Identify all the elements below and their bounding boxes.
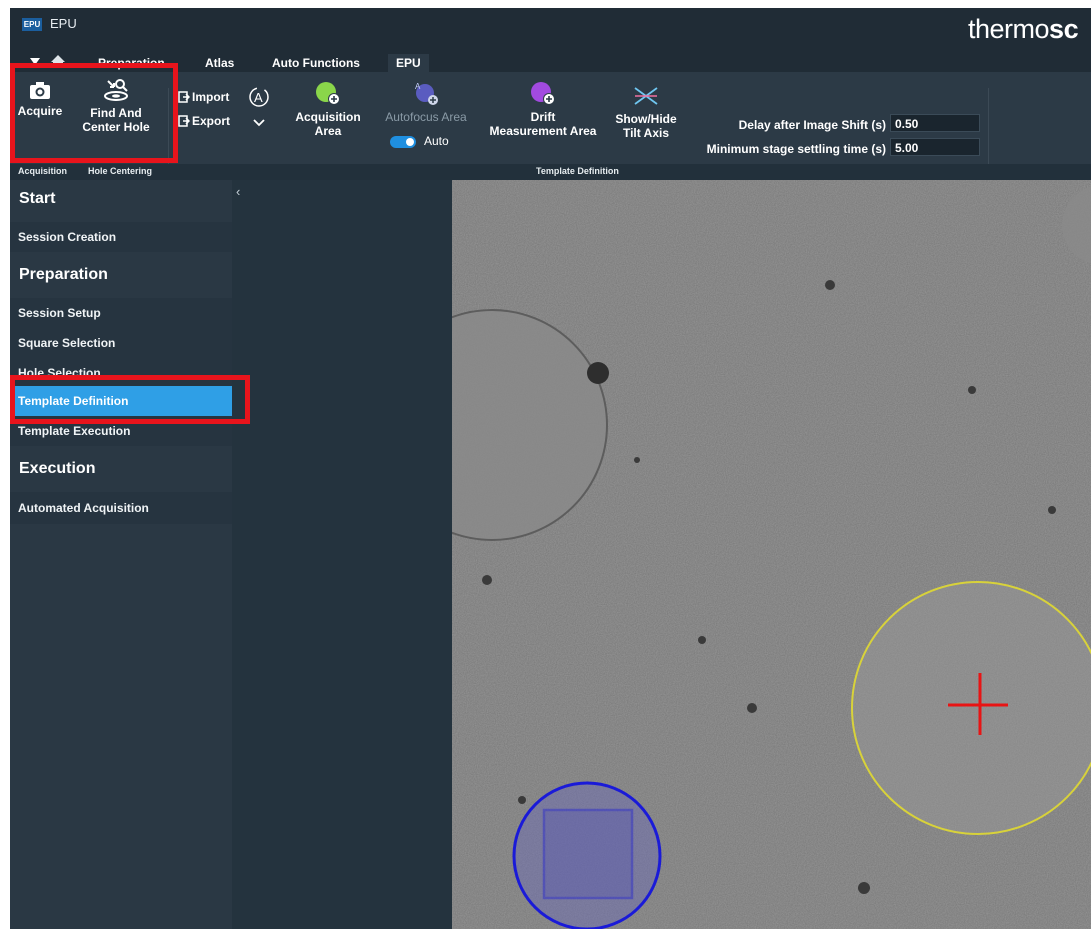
collapse-panel-icon[interactable]: ‹ xyxy=(236,184,240,199)
import-button[interactable]: Import xyxy=(178,90,229,104)
app-logo-badge: EPU xyxy=(22,18,42,31)
add-drift-area-icon xyxy=(531,82,555,105)
auto-functions-menu-icon[interactable]: A xyxy=(248,86,270,128)
section-execution: Execution xyxy=(19,460,96,477)
group-hole-centering: Hole Centering xyxy=(88,166,153,176)
sidebar-item-session-creation[interactable]: Session Creation xyxy=(10,222,232,252)
sidebar-item-session-setup[interactable]: Session Setup xyxy=(10,298,232,328)
micrograph-viewer[interactable] xyxy=(452,180,1091,929)
epu-window: EPU EPU thermosc Preparation Atlas Auto … xyxy=(10,8,1091,929)
micrograph-image xyxy=(452,180,1091,929)
app-title: EPU xyxy=(50,16,77,31)
secondary-panel xyxy=(232,180,452,929)
tab-auto-functions[interactable]: Auto Functions xyxy=(264,54,368,72)
title-bar: EPU EPU thermosc xyxy=(10,8,1091,52)
workflow-sidebar: Start Session Creation Preparation Sessi… xyxy=(10,180,232,929)
show-hide-tilt-axis-button[interactable]: Show/Hide Tilt Axis xyxy=(608,84,684,140)
tab-epu[interactable]: EPU xyxy=(388,54,429,72)
auto-toggle-label: Auto xyxy=(424,134,449,148)
autofocus-area-button[interactable]: A Autofocus Area xyxy=(378,80,474,124)
ribbon-separator xyxy=(988,88,989,176)
export-icon xyxy=(178,115,191,127)
highlight-box-template-definition xyxy=(10,375,250,424)
svg-text:A: A xyxy=(254,90,263,105)
acquisition-area-button[interactable]: Acquisition Area xyxy=(288,80,368,138)
delay-label: Delay after Image Shift (s) xyxy=(738,118,886,132)
group-acquisition: Acquisition xyxy=(18,166,67,176)
settling-input[interactable]: 5.00 xyxy=(890,138,980,156)
ice-contaminant xyxy=(587,362,609,384)
acquisition-frame[interactable] xyxy=(542,808,634,900)
sidebar-item-automated-acquisition[interactable]: Automated Acquisition xyxy=(10,492,232,524)
drift-measurement-area-button[interactable]: Drift Measurement Area xyxy=(484,80,602,138)
add-autofocus-area-icon: A xyxy=(415,82,438,105)
sidebar-item-square-selection[interactable]: Square Selection xyxy=(10,328,232,358)
import-icon xyxy=(178,91,191,103)
group-template-definition: Template Definition xyxy=(536,166,619,176)
ribbon-group-labels: Acquisition Hole Centering Template Defi… xyxy=(10,164,1091,180)
settling-label: Minimum stage settling time (s) xyxy=(706,142,886,156)
auto-toggle[interactable] xyxy=(390,136,416,148)
export-button[interactable]: Export xyxy=(178,114,230,128)
add-acquisition-area-icon xyxy=(316,82,340,105)
brand-logo: thermosc xyxy=(968,14,1079,44)
section-preparation: Preparation xyxy=(19,266,108,283)
highlight-box-acquire-find xyxy=(10,63,178,163)
section-start: Start xyxy=(19,190,56,207)
tab-atlas[interactable]: Atlas xyxy=(197,54,242,72)
tilt-axis-icon xyxy=(634,87,658,105)
delay-input[interactable]: 0.50 xyxy=(890,114,980,132)
svg-text:A: A xyxy=(415,82,421,91)
